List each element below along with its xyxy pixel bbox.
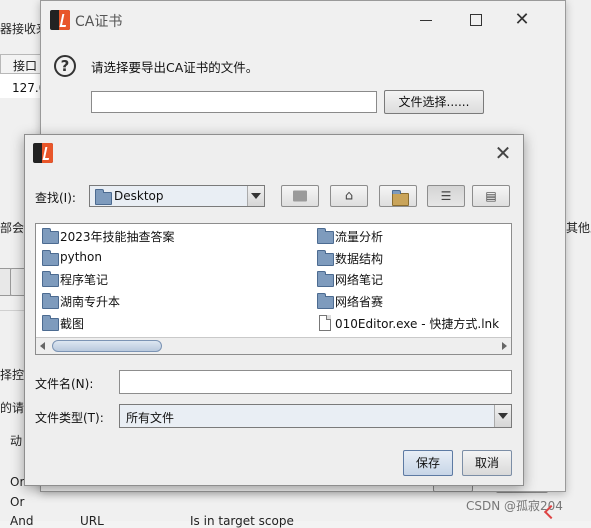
java-logo-icon <box>50 10 70 30</box>
background-listener-table: 接口 127.0 <box>0 54 46 98</box>
minimize-button[interactable] <box>411 9 441 31</box>
file-type-value: 所有文件 <box>126 411 175 425</box>
folder-icon <box>317 271 334 287</box>
list-item-label: 流量分析 <box>335 230 384 244</box>
list-item-label: 程序笔记 <box>60 273 109 287</box>
folder-icon <box>317 293 334 309</box>
scrollbar-thumb[interactable] <box>52 340 162 352</box>
chevron-down-icon[interactable] <box>247 186 264 206</box>
file-type-select[interactable]: 所有文件 <box>119 404 512 428</box>
ca-file-path-input[interactable] <box>91 91 377 113</box>
look-in-label: 查找(I): <box>35 191 76 205</box>
folder-icon <box>42 228 59 244</box>
file-name-label: 文件名(N): <box>35 377 94 391</box>
list-item-label: 数据结构 <box>335 252 384 266</box>
background-text-fragment: Or <box>10 495 25 509</box>
ca-window-title: CA证书 <box>75 14 123 30</box>
new-folder-button[interactable] <box>379 185 417 207</box>
background-text-fragment: 部会生 <box>0 221 24 235</box>
list-item-label: 截图 <box>60 317 85 331</box>
list-item-label: 网络省赛 <box>335 295 384 309</box>
choose-file-button[interactable]: 文件选择...... <box>384 90 484 114</box>
file-icon <box>319 315 331 331</box>
background-text-fragment: 择控制 <box>0 368 24 382</box>
list-item-label: python <box>60 250 102 264</box>
list-view-button[interactable]: ☰ <box>427 185 465 207</box>
folder-icon <box>317 250 334 266</box>
list-item-label: 2023年技能抽查答案 <box>60 230 175 244</box>
ca-window-titlebar: CA证书 ✕ <box>41 1 565 39</box>
details-view-button[interactable]: ▤ <box>472 185 510 207</box>
maximize-button[interactable] <box>461 9 491 31</box>
background-text-fragment: 的请 <box>0 401 24 415</box>
file-name-input[interactable] <box>119 370 512 394</box>
dialog-close-button[interactable]: ✕ <box>491 141 515 165</box>
close-button[interactable]: ✕ <box>507 9 537 31</box>
close-icon: ✕ <box>514 9 530 30</box>
home-icon: ⌂ <box>344 188 354 204</box>
save-button[interactable]: 保存 <box>403 450 453 476</box>
folder-icon <box>42 250 59 266</box>
file-list[interactable]: 2023年技能抽查答案 python 程序笔记 湖南专升本 截图 流量分析 数据… <box>35 223 512 355</box>
background-text-fragment: Is in target scope <box>190 514 294 528</box>
look-in-value: Desktop <box>114 189 164 203</box>
close-icon: ✕ <box>494 141 512 165</box>
minimize-icon <box>420 20 432 21</box>
folder-icon <box>42 271 59 287</box>
look-in-combobox[interactable]: Desktop <box>89 185 265 207</box>
folder-icon <box>95 189 112 205</box>
list-view-icon: ☰ <box>440 189 452 203</box>
file-type-label: 文件类型(T): <box>35 411 104 425</box>
new-folder-icon <box>392 190 409 206</box>
scroll-right-icon[interactable] <box>502 342 507 350</box>
details-view-icon: ▤ <box>485 189 497 203</box>
up-one-level-button[interactable] <box>281 185 319 207</box>
home-button[interactable]: ⌂ <box>330 185 368 207</box>
list-item-label: 湖南专升本 <box>60 295 121 309</box>
ca-prompt-text: 请选择要导出CA证书的文件。 <box>91 60 259 75</box>
file-chooser-dialog: ✕ 查找(I): Desktop ⌂ ☰ ▤ 2023年技能抽查答案 pytho… <box>24 134 524 486</box>
folder-icon <box>317 228 334 244</box>
folder-icon <box>42 315 59 331</box>
folder-icon <box>42 293 59 309</box>
maximize-icon <box>470 14 482 26</box>
list-item-label: 010Editor.exe - 快捷方式.lnk <box>335 317 500 331</box>
question-icon: ? <box>54 55 76 77</box>
java-logo-icon <box>33 143 53 163</box>
list-item-label: 网络笔记 <box>335 273 384 287</box>
background-text-fragment: And <box>10 514 34 528</box>
background-text-fragment: 动 <box>10 434 23 448</box>
horizontal-scrollbar[interactable] <box>36 337 511 354</box>
chevron-down-icon[interactable] <box>494 405 511 427</box>
background-table-header: 接口 <box>0 54 42 74</box>
scroll-left-icon[interactable] <box>40 342 45 350</box>
cancel-button[interactable]: 取消 <box>462 450 512 476</box>
background-text-fragment: 器接收来 <box>0 22 40 36</box>
background-separator <box>0 310 24 311</box>
up-folder-icon <box>293 190 307 202</box>
background-text-fragment: URL <box>80 514 104 528</box>
